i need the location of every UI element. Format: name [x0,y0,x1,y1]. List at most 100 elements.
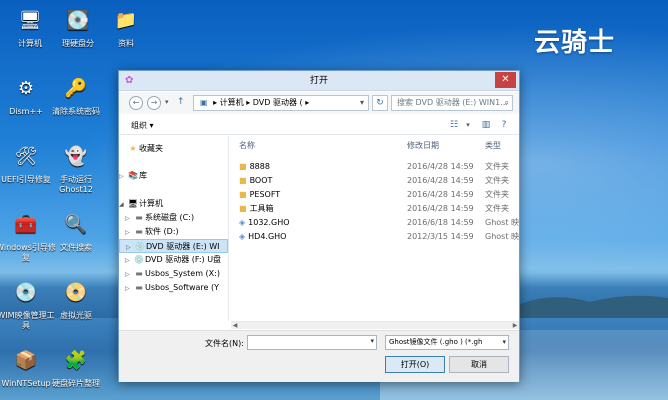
cancel-button[interactable]: 取消 [449,356,509,373]
file-date: 2016/4/28 14:59 [407,190,474,199]
close-button[interactable]: ✕ [495,72,516,88]
expand-arrow-icon[interactable]: ▷ [119,170,127,183]
file-type: Ghost 映 [485,232,519,241]
expand-arrow-icon[interactable]: ▷ [126,241,134,252]
desktop-icon-defrag[interactable]: 🧩 硬盘碎片整理 [46,344,106,389]
computer-icon: ▣ [200,98,208,107]
help-icon[interactable]: ? [497,119,511,131]
search-placeholder: 搜索 DVD 驱动器 (E:) WIN1... [397,98,508,107]
file-row[interactable]: ■ BOOT 2016/4/28 14:59 文件夹 [231,174,519,188]
filename-input[interactable]: ▾ [247,335,377,350]
file-type-select[interactable]: Ghost镜像文件 (.gho ) (*.gh ▾ [385,335,509,350]
expand-arrow-icon[interactable]: ▷ [125,212,133,225]
address-segment-computer[interactable]: 计算机 [220,98,244,107]
view-dropdown-icon[interactable]: ▾ [461,119,475,131]
wrench-icon: 🛠 [14,146,38,167]
computer-icon: 🖥 [18,10,42,31]
recent-dropdown-icon[interactable]: ▾ [165,98,169,106]
nav-item-drive-c[interactable]: ▷ ▬ 系统磁盘 (C:) [119,211,228,225]
desktop-icon-label: 硬盘碎片整理 [52,379,100,388]
package-icon: 📦 [14,350,38,371]
nav-item-label: Usbos_System (X:) [145,269,220,278]
address-sep: ▸ [246,98,251,107]
arrow-left-icon: ← [132,98,140,107]
star-icon: ★ [129,144,137,153]
back-button[interactable]: ← [129,96,143,110]
expand-arrow-icon[interactable]: ▷ [125,282,133,295]
nav-item-computer[interactable]: ◢ 🖥计算机 [119,197,228,211]
file-row[interactable]: ■ 8888 2016/4/28 14:59 文件夹 [231,160,519,174]
file-name: PESOFT [249,190,281,199]
address-sep: ▸ [305,98,310,107]
toolbox-icon: 🧰 [14,214,38,235]
open-file-dialog: ✿ 打开 ✕ ← → ▾ ↑ ▣ ▸ 计算机 ▸ DVD 驱动器 ( ▸ ▾ ↻… [118,70,520,382]
desktop-icon-file-search[interactable]: 🔍 文件搜索 [46,208,106,253]
nav-item-libraries[interactable]: ▷ 📚库 [119,169,228,183]
desktop-icon-virtual-drive[interactable]: 📀 虚拟光驱 [46,276,106,321]
desktop-icon-ghost[interactable]: 👻 手动运行Ghost12 [46,140,106,195]
search-icon: ⌕ [504,98,509,107]
dialog-titlebar[interactable]: ✿ 打开 ✕ [119,71,519,91]
nav-item-drive-d[interactable]: ▷ ▬ 软件 (D:) [119,225,228,239]
nav-item-label: 系统磁盘 (C:) [145,213,195,222]
forward-button[interactable]: → [147,96,161,110]
file-row[interactable]: ◈ HD4.GHO 2012/3/15 14:59 Ghost 映 [231,230,519,244]
scroll-left-icon[interactable]: ◀ [231,322,239,330]
file-date: 2016/4/28 14:59 [407,176,474,185]
address-dropdown-icon[interactable]: ▾ [360,96,364,110]
nav-item-label: 库 [139,171,147,180]
chevron-down-icon[interactable]: ▾ [370,337,374,345]
preview-pane-icon[interactable]: ▥ [479,119,493,131]
nav-pane-bottom [119,321,229,329]
nav-item-label: DVD 驱动器 (F:) U盘 [145,255,222,264]
horizontal-scrollbar[interactable]: ◀ ▶ [231,321,519,329]
file-name: HD4.GHO [248,232,287,241]
scroll-right-icon[interactable]: ▶ [511,322,519,330]
nav-item-drive-y[interactable]: ▷ ▬ Usbos_Software (Y [119,281,228,295]
desktop-icon-clear-password[interactable]: 🔑 清除系统密码 [46,72,106,117]
filename-label: 文件名(N): [205,339,244,348]
nav-item-label: 软件 (D:) [145,227,179,236]
nav-item-label: 计算机 [139,199,163,208]
search-input[interactable]: 搜索 DVD 驱动器 (E:) WIN1... ⌕ [391,95,513,111]
up-button[interactable]: ↑ [177,97,185,107]
file-row[interactable]: ■ PESOFT 2016/4/28 14:59 文件夹 [231,188,519,202]
file-date: 2012/3/15 14:59 [407,232,474,241]
expand-arrow-icon[interactable]: ▷ [125,254,133,267]
gear-icon: ⚙ [17,78,35,99]
file-name: 工具箱 [249,204,274,213]
desktop-icon-label: 资料 [118,39,134,48]
desktop-icon-documents[interactable]: 📁 资料 [96,4,156,49]
file-name: 1032.GHO [248,218,290,227]
file-name: 8888 [249,162,270,171]
file-row[interactable]: ■ 工具箱 2016/4/28 14:59 文件夹 [231,202,519,216]
column-header-date[interactable]: 修改日期 [407,140,439,151]
nav-item-drive-e[interactable]: ▷ 💿DVD 驱动器 (E:) WI [119,239,228,253]
refresh-button[interactable]: ↻ [372,95,388,111]
ghost-icon: 👻 [64,146,88,167]
expand-arrow-icon[interactable]: ▷ [125,226,133,239]
nav-item-drive-x[interactable]: ▷ ▬ Usbos_System (X:) [119,267,228,281]
computer-icon: 🖥 [127,199,139,208]
expand-arrow-icon[interactable]: ▷ [125,268,133,281]
address-bar[interactable]: ▣ ▸ 计算机 ▸ DVD 驱动器 ( ▸ ▾ [193,95,369,111]
dialog-footer: 文件名(N): ▾ Ghost镜像文件 (.gho ) (*.gh ▾ 打开(O… [119,330,519,382]
file-row[interactable]: ◈ 1032.GHO 2016/6/18 14:59 Ghost 映 [231,216,519,230]
dialog-title: 打开 [309,76,328,86]
column-header-type[interactable]: 类型 [485,140,501,151]
desktop-icon-label: 手动运行Ghost12 [59,175,93,194]
folder-icon: 📁 [114,10,138,31]
file-type: Ghost 映 [485,218,519,227]
key-icon: 🔑 [64,78,88,99]
address-segment-drive[interactable]: DVD 驱动器 ( [253,98,303,107]
nav-item-favorites[interactable]: ★ 收藏夹 [119,142,228,156]
column-header-name[interactable]: 名称 [239,140,255,151]
drive-icon: ▬ [135,283,143,292]
drive-icon: ▬ [135,227,143,236]
open-button[interactable]: 打开(O) [385,356,445,373]
view-options-icon[interactable]: ☷ [447,119,461,131]
collapse-arrow-icon[interactable]: ◢ [119,198,127,211]
brand-logo-text: 云骑士 [534,28,616,58]
nav-item-drive-f[interactable]: ▷ 💿DVD 驱动器 (F:) U盘 [119,253,228,267]
organize-button[interactable]: 组织 ▾ [131,120,154,131]
